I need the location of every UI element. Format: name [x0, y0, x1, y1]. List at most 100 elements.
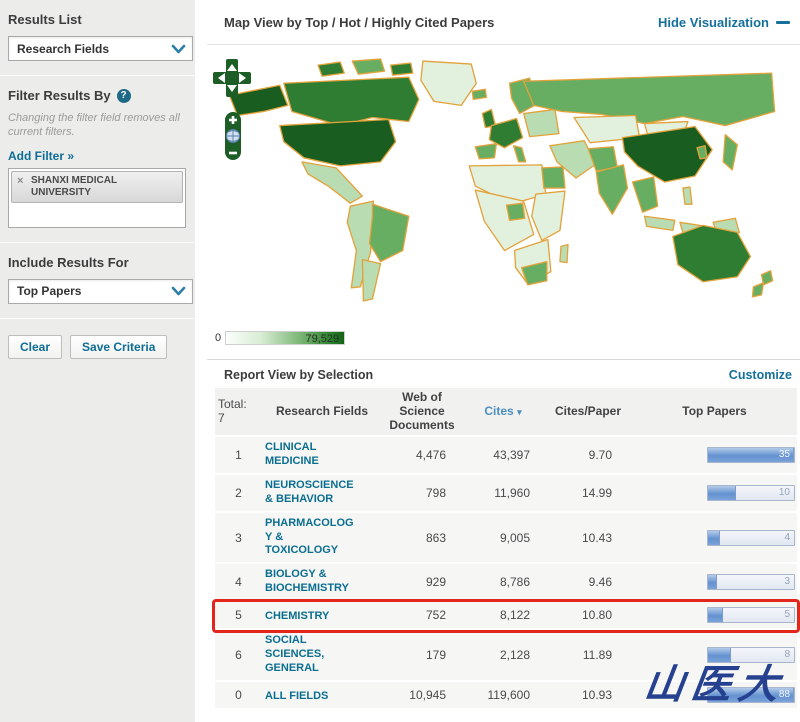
top-papers-bar: 10	[707, 485, 795, 502]
row-rank: 4	[235, 575, 242, 590]
row-top-papers-cell: 5	[632, 607, 797, 624]
row-field-cell: PHARMACOLOGY & TOXICOLOGY	[262, 517, 382, 559]
column-header-wos-documents: Web of Science Documents	[389, 390, 455, 432]
row-cites-per-paper: 11.89	[582, 647, 612, 662]
chevron-down-icon	[171, 285, 186, 297]
row-field-cell: NEUROSCIENCE & BEHAVIOR	[262, 479, 382, 507]
research-field-link[interactable]: PHARMACOLOGY & TOXICOLOGY	[265, 517, 357, 558]
top-papers-value: 35	[778, 449, 790, 461]
save-criteria-button[interactable]: Save Criteria	[70, 334, 168, 359]
row-wos-documents: 179	[425, 647, 446, 662]
clear-button[interactable]: Clear	[8, 334, 63, 359]
row-cites-per-paper: 14.99	[581, 486, 612, 501]
world-map-visualization	[207, 45, 800, 317]
research-field-link[interactable]: SOCIAL SCIENCES, GENERAL	[265, 634, 357, 675]
column-header-top-papers: Top Papers	[682, 403, 747, 418]
top-papers-bar: 3	[707, 574, 795, 591]
top-papers-value: 10	[778, 487, 790, 499]
include-results-heading: Include Results For	[8, 254, 129, 270]
legend-gradient-bar: 79,529	[225, 331, 346, 345]
table-row: 1 CLINICAL MEDICINE 4,476 43,397 9.70 35	[215, 437, 797, 476]
research-field-link[interactable]: NEUROSCIENCE & BEHAVIOR	[265, 479, 357, 507]
research-field-link[interactable]: CHEMISTRY	[265, 610, 357, 624]
report-view-title: Report View by Selection	[224, 368, 374, 382]
sidebar: Results List Research Fields Filter Resu…	[0, 0, 201, 722]
row-top-papers-cell: 3	[632, 574, 797, 591]
map-legend: 0 79,529	[207, 317, 800, 360]
report-view-header: Report View by Selection Customize	[207, 360, 800, 388]
row-top-papers-cell: 10	[632, 485, 797, 502]
total-count: Total: 7	[218, 396, 247, 425]
results-list-section: Results List Research Fields	[0, 0, 195, 75]
row-rank: 5	[235, 608, 242, 623]
top-papers-bar-fill	[708, 486, 737, 501]
customize-link[interactable]: Customize	[729, 368, 792, 382]
row-wos-documents: 863	[425, 530, 446, 545]
row-cites: 9,005	[499, 530, 530, 545]
results-list-heading: Results List	[8, 12, 82, 27]
map-view-header: Map View by Top / Hot / Highly Cited Pap…	[207, 0, 800, 45]
row-cites-per-paper: 10.43	[581, 530, 612, 545]
top-papers-value: 4	[784, 531, 790, 543]
row-top-papers-cell: 35	[632, 447, 797, 464]
row-rank: 3	[235, 530, 242, 545]
minus-icon	[776, 20, 790, 24]
row-wos-documents: 4,476	[415, 448, 446, 463]
top-papers-bar-fill	[708, 575, 718, 590]
row-cites-per-paper: 9.70	[588, 448, 612, 463]
include-results-select[interactable]: Top Papers	[8, 278, 193, 304]
results-list-select[interactable]: Research Fields	[8, 36, 193, 61]
top-papers-bar-fill	[708, 608, 723, 623]
hide-visualization-link[interactable]: Hide Visualization	[658, 15, 790, 30]
legend-min-value: 0	[215, 332, 222, 344]
column-header-cites-sort[interactable]: Cites ▾	[462, 404, 544, 419]
watermark-text: 山医大	[641, 662, 789, 707]
row-cites: 43,397	[493, 448, 530, 463]
filter-chip-label: SHANXI MEDICAL UNIVERSITY	[31, 174, 117, 198]
row-wos-documents: 798	[425, 486, 446, 501]
table-row: 3 PHARMACOLOGY & TOXICOLOGY 863 9,005 10…	[215, 512, 797, 565]
row-cites-per-paper: 10.93	[581, 687, 612, 702]
row-top-papers-cell: 4	[632, 529, 797, 546]
top-papers-bar: 5	[707, 607, 795, 624]
top-papers-value: 5	[784, 609, 790, 621]
table-row: 4 BIOLOGY & BIOCHEMISTRY 929 8,786 9.46 …	[215, 564, 797, 603]
sidebar-buttons: Clear Save Criteria	[0, 319, 195, 375]
remove-filter-icon[interactable]: ×	[17, 175, 23, 188]
map-pan-control[interactable]	[212, 58, 252, 98]
table-row: 2 NEUROSCIENCE & BEHAVIOR 798 11,960 14.…	[215, 475, 797, 513]
column-header-cites-per-paper: Cites/Paper	[554, 403, 622, 418]
row-field-cell: CHEMISTRY	[262, 606, 382, 624]
world-map[interactable]	[221, 53, 786, 309]
top-papers-bar: 35	[707, 447, 795, 464]
research-field-link[interactable]: ALL FIELDS	[265, 690, 357, 704]
filter-note: Changing the filter field removes all cu…	[8, 112, 180, 139]
row-cites: 8,122	[499, 608, 530, 623]
research-field-link[interactable]: BIOLOGY & BIOCHEMISTRY	[265, 568, 357, 596]
filter-chip: × SHANXI MEDICAL UNIVERSITY	[11, 170, 183, 203]
include-results-section: Include Results For Top Papers	[0, 243, 195, 318]
top-papers-bar-fill	[708, 530, 721, 545]
map-zoom-control[interactable]	[221, 111, 245, 161]
research-field-link[interactable]: CLINICAL MEDICINE	[265, 441, 357, 469]
row-cites-per-paper: 9.46	[588, 575, 612, 590]
help-icon[interactable]: ?	[116, 88, 131, 103]
table-row-highlighted: 5 CHEMISTRY 752 8,122 10.80 5	[212, 599, 800, 634]
row-rank: 2	[235, 486, 242, 501]
row-field-cell: ALL FIELDS	[262, 686, 382, 704]
hide-visualization-label: Hide Visualization	[657, 14, 769, 30]
row-field-cell: BIOLOGY & BIOCHEMISTRY	[262, 568, 382, 596]
row-cites: 119,600	[487, 687, 531, 702]
active-filters-box: × SHANXI MEDICAL UNIVERSITY	[8, 167, 186, 228]
add-filter-link[interactable]: Add Filter »	[8, 149, 74, 163]
filter-section: Filter Results By ? Changing the filter …	[0, 76, 195, 242]
main-panel: Map View by Top / Hot / Highly Cited Pap…	[207, 0, 800, 722]
row-field-cell: SOCIAL SCIENCES, GENERAL	[262, 634, 382, 676]
chevron-down-icon	[171, 43, 186, 55]
row-rank: 0	[235, 687, 242, 702]
row-cites: 8,786	[499, 575, 530, 590]
column-header-research-fields: Research Fields	[275, 403, 369, 418]
results-list-selected-value: Research Fields	[17, 41, 110, 56]
row-cites: 2,128	[499, 647, 530, 662]
row-rank: 6	[235, 647, 242, 662]
